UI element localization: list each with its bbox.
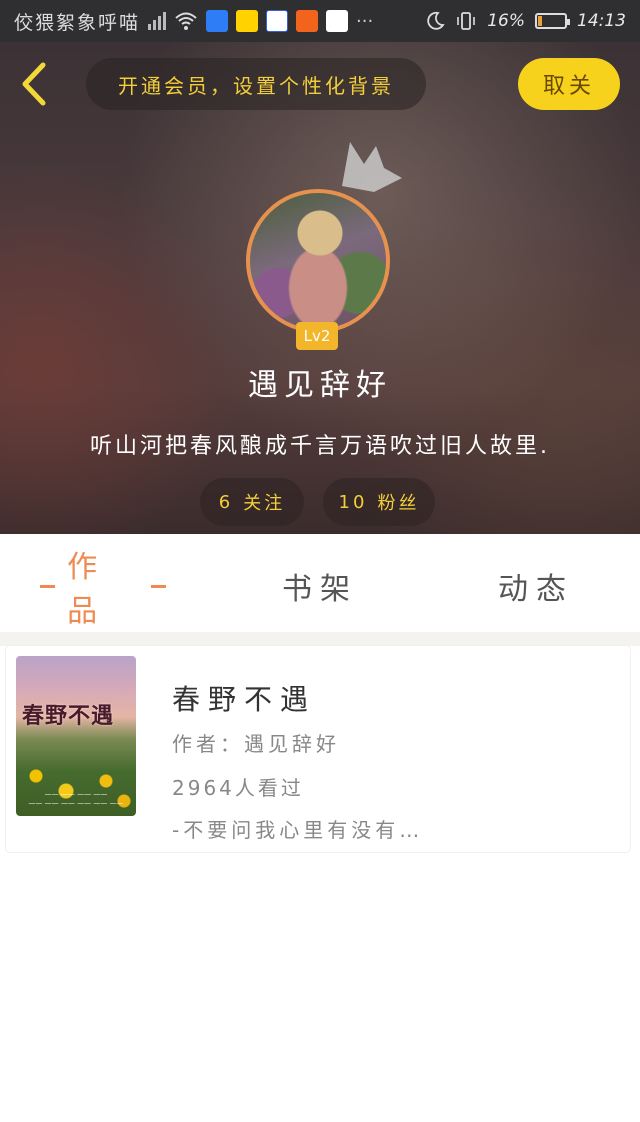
star-app-icon [236, 10, 259, 32]
back-button[interactable] [12, 58, 56, 110]
fans-label: 粉丝 [377, 493, 420, 514]
shield-app-icon [206, 10, 229, 32]
status-bar: 佼猥絮象呼喵 ··· 16% 14:13 [0, 0, 640, 42]
browser-app-icon [326, 10, 349, 32]
profile-tabs: 作品 书架 动态 [0, 534, 640, 632]
unfollow-button[interactable]: 取关 [518, 58, 620, 110]
book-description: -不要问我心里有没有… [172, 818, 424, 842]
section-divider [0, 632, 640, 646]
following-label: 关注 [243, 493, 286, 514]
following-button[interactable]: 6 关注 [200, 478, 304, 526]
book-read-count: 2964人看过 [172, 776, 304, 800]
cover-title: 春野不遇 [22, 704, 115, 729]
following-count: 6 [218, 491, 234, 513]
tab-dynamic-label: 动态 [498, 572, 574, 607]
vip-promo-text: 开通会员，设置个性化背景 [118, 73, 394, 98]
vibrate-icon [457, 12, 476, 30]
chevron-left-icon [22, 62, 46, 106]
fans-button[interactable]: 10 粉丝 [323, 478, 435, 526]
more-notifications-icon: ··· [356, 10, 374, 32]
book-author: 作者：遇见辞好 [172, 732, 340, 756]
clock: 14:13 [577, 11, 626, 31]
moon-icon [427, 11, 445, 30]
level-badge: Lv2 [296, 322, 338, 350]
book-cover[interactable]: 春野不遇 —— —— —— —— —— —— —— —— —— —— [16, 656, 136, 816]
tab-bookshelf-label: 书架 [282, 572, 358, 607]
username: 遇见辞好 [248, 368, 392, 403]
tab-works[interactable]: 作品 [28, 550, 178, 629]
tab-indicator-right [150, 584, 166, 588]
user-bio: 听山河把春风酿成千言万语吹过旧人故里. [90, 434, 550, 459]
notification-text: 佼猥絮象呼喵 [14, 11, 141, 34]
unfollow-label: 取关 [542, 74, 595, 99]
tab-dynamic[interactable]: 动态 [496, 564, 576, 608]
tab-indicator-left [40, 584, 56, 588]
profile-header: 开通会员，设置个性化背景 取关 Lv2 遇见辞好 听山河把春风酿成千言万语吹过旧… [0, 42, 640, 534]
battery-icon [535, 13, 570, 29]
book-card[interactable]: 春野不遇 —— —— —— —— —— —— —— —— —— —— 春野不遇 作… [6, 646, 630, 852]
vip-background-promo[interactable]: 开通会员，设置个性化背景 [86, 58, 426, 110]
cellular-signal-icon [148, 12, 167, 30]
fans-count: 10 [338, 491, 368, 513]
orange-app-icon [296, 10, 319, 32]
battery-percent: 16% [487, 11, 525, 31]
tab-bookshelf[interactable]: 书架 [280, 564, 360, 608]
baidu-app-icon [266, 10, 289, 32]
tab-works-label: 作品 [67, 550, 106, 629]
book-title: 春野不遇 [172, 683, 317, 716]
level-text: Lv2 [303, 327, 331, 345]
cover-fine-print: —— —— —— —— —— —— —— —— —— —— [28, 790, 124, 807]
wifi-icon [175, 12, 197, 30]
avatar[interactable] [246, 189, 390, 333]
